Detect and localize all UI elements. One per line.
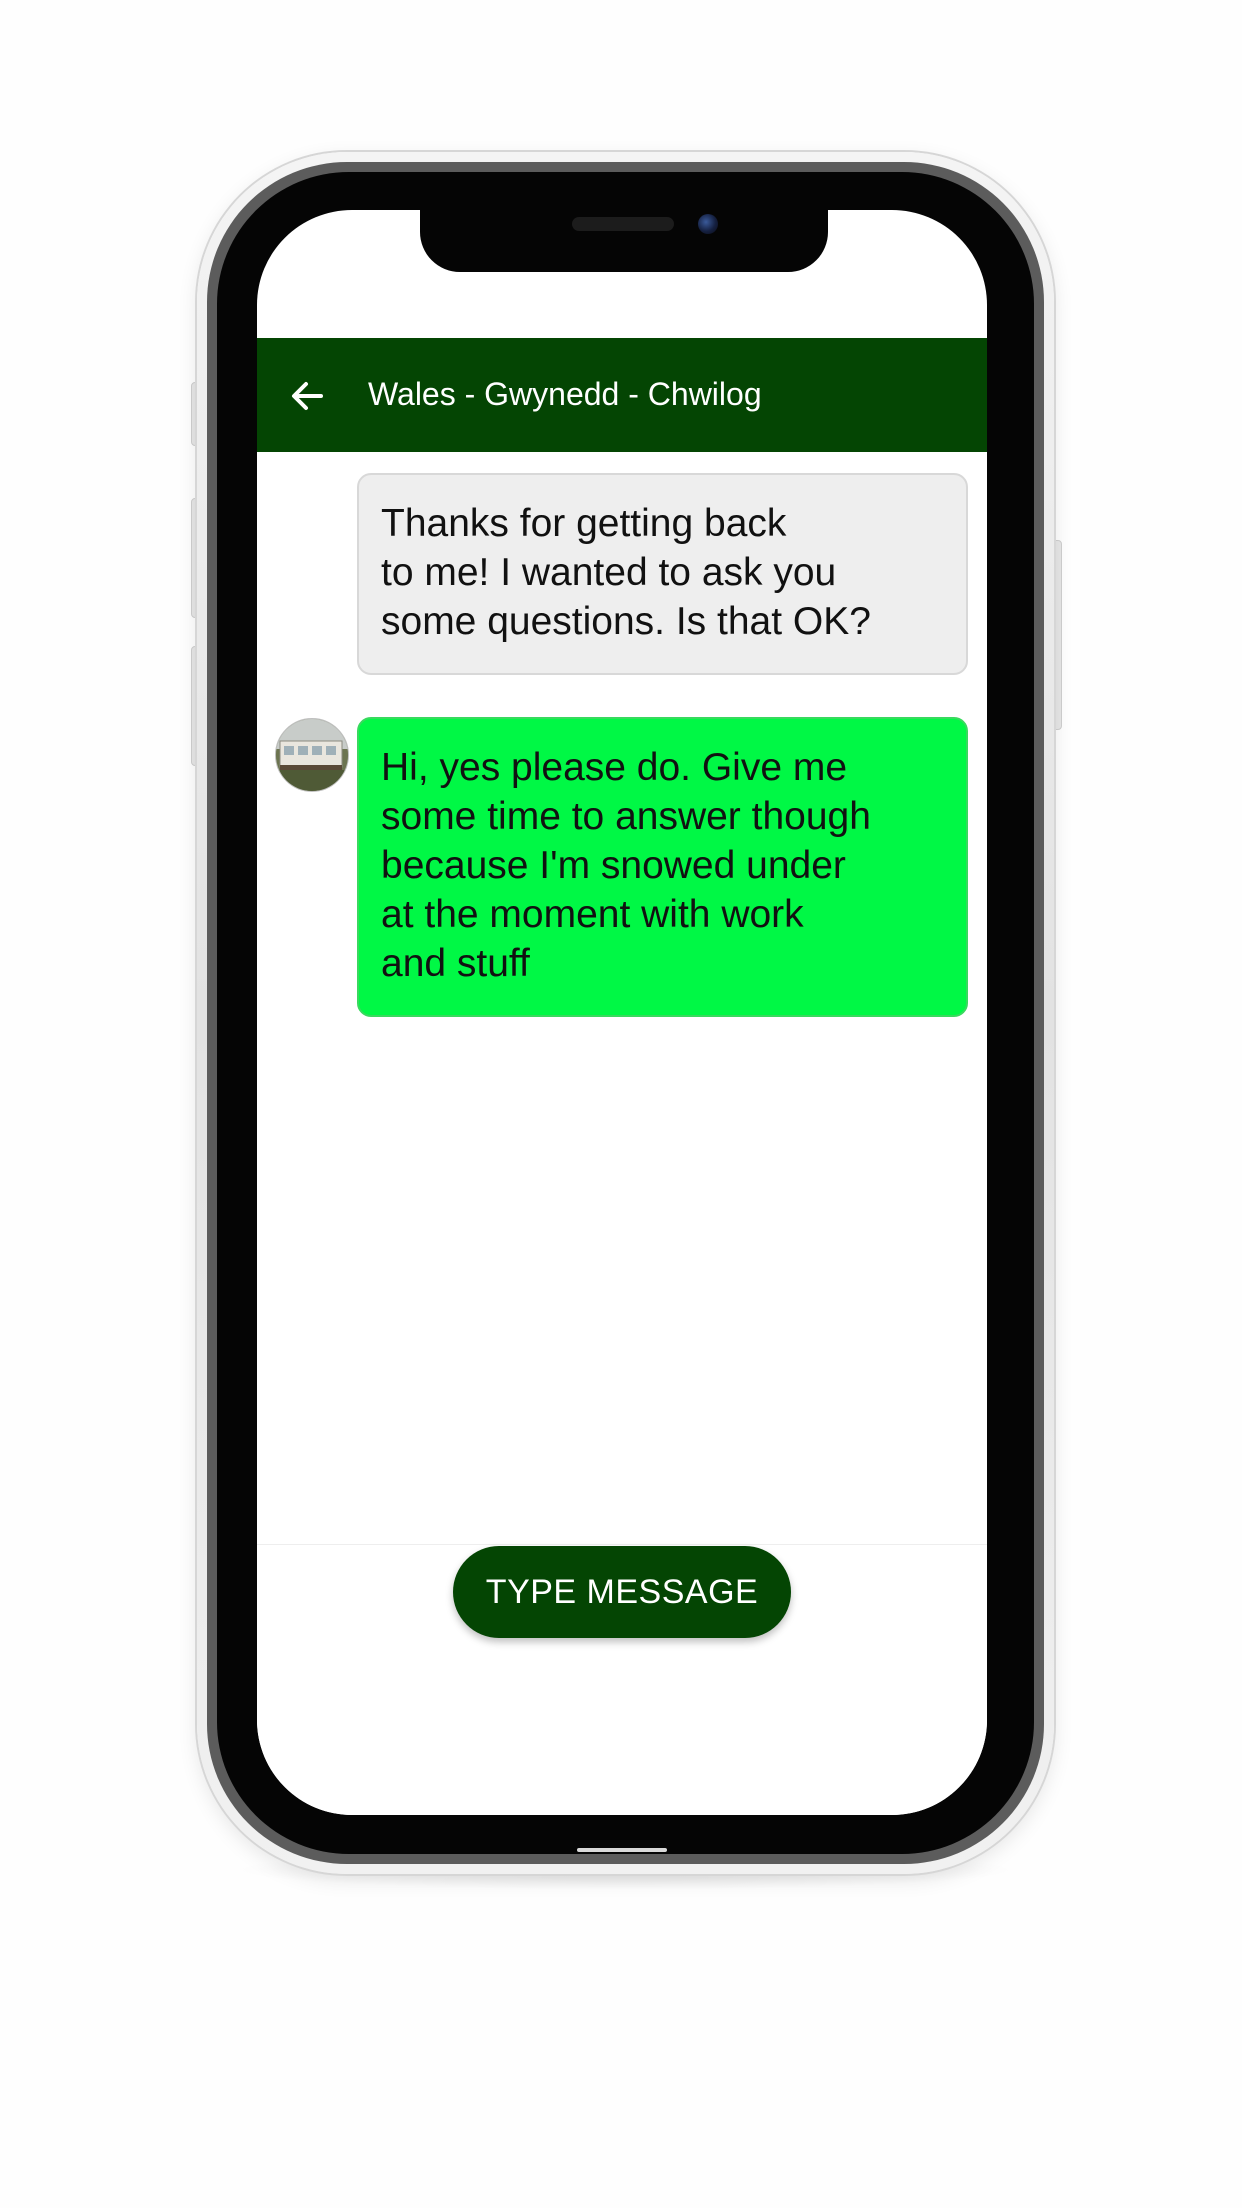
avatar-image xyxy=(276,719,348,791)
phone-notch xyxy=(420,200,828,272)
caravan-photo-avatar[interactable] xyxy=(275,718,349,792)
phone-bottom-edge xyxy=(577,1848,667,1852)
incoming-message-bubble: Hi, yes please do. Give me some time to … xyxy=(357,717,968,1017)
conversation-title: Wales - Gwynedd - Chwilog xyxy=(368,376,762,412)
outgoing-message-bubble: Thanks for getting back to me! I wanted … xyxy=(357,473,968,675)
arrow-left-icon[interactable] xyxy=(287,376,327,416)
earpiece-speaker xyxy=(572,217,674,231)
type-message-button[interactable]: TYPE MESSAGE xyxy=(453,1546,791,1638)
app-header: Wales - Gwynedd - Chwilog xyxy=(257,338,987,452)
mockup-stage: Wales - Gwynedd - Chwilog Thanks for get… xyxy=(0,0,1242,2208)
front-camera xyxy=(698,214,718,234)
